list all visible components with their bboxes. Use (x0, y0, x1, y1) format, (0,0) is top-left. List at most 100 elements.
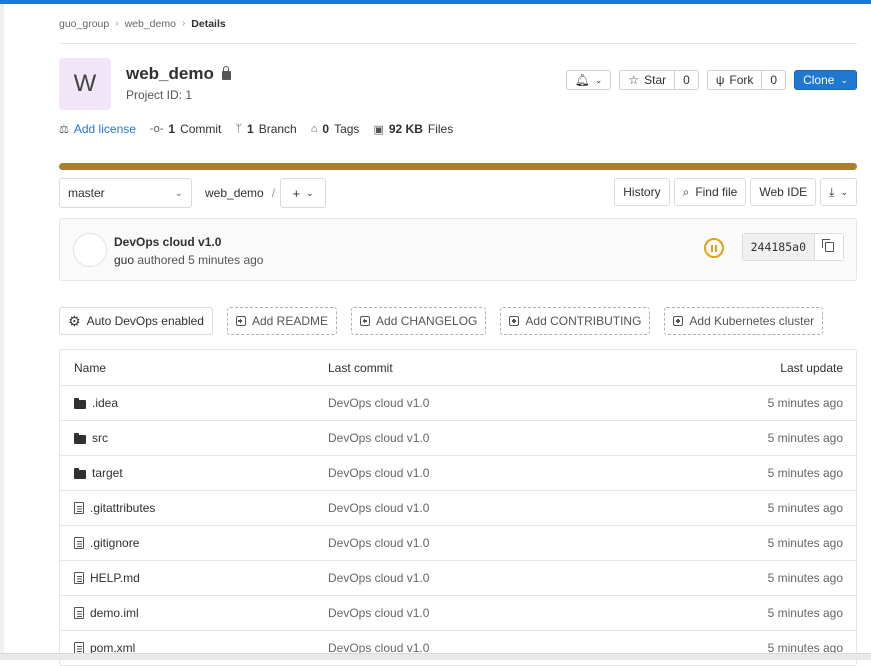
file-name[interactable]: target (92, 466, 123, 480)
file-commit[interactable]: DevOps cloud v1.0 (328, 431, 429, 445)
fork-button[interactable]: ψ Fork 0 (706, 70, 787, 90)
table-header: Name Last commit Last update (60, 350, 856, 386)
file-commit[interactable]: DevOps cloud v1.0 (328, 501, 429, 515)
table-row[interactable]: demo.iml DevOps cloud v1.0 5 minutes ago (60, 596, 856, 631)
history-label: History (623, 185, 661, 199)
tags-link[interactable]: ⌂ 0 Tags (311, 122, 360, 136)
clone-button[interactable]: Clone ⌄ (794, 70, 857, 90)
file-updated: 5 minutes ago (767, 606, 843, 620)
file-name-cell[interactable]: HELP.md (74, 571, 140, 585)
project-header: W web_demo Project ID: 1 🔔︎ ⌄ ☆ Star 0 ψ… (59, 44, 857, 114)
copy-icon (821, 239, 834, 252)
scale-icon: ⚖ (59, 123, 69, 136)
file-name[interactable]: HELP.md (90, 571, 140, 585)
web-ide-button[interactable]: Web IDE (750, 178, 817, 206)
commit-title[interactable]: DevOps cloud v1.0 (114, 235, 221, 249)
table-row[interactable]: pom.xml DevOps cloud v1.0 5 minutes ago (60, 631, 856, 666)
branches-link[interactable]: ᛘ 1 Branch (235, 122, 296, 136)
breadcrumb: guo_group › web_demo › Details (59, 4, 857, 44)
file-name-cell[interactable]: .gitignore (74, 536, 139, 550)
file-commit[interactable]: DevOps cloud v1.0 (328, 606, 429, 620)
file-tree-table: Name Last commit Last update .idea DevOp… (59, 349, 857, 666)
files-label: Files (427, 122, 454, 136)
project-title: web_demo (126, 64, 231, 84)
star-button[interactable]: ☆ Star 0 (619, 70, 699, 90)
file-size-icon: ▣ (373, 123, 384, 136)
horizontal-scrollbar[interactable] (0, 653, 871, 660)
file-name[interactable]: demo.iml (90, 606, 139, 620)
chevron-down-icon: ⌄ (306, 187, 314, 198)
project-avatar[interactable]: W (59, 58, 111, 110)
commit-sha-group: 244185a0 (741, 233, 844, 261)
notification-button[interactable]: 🔔︎ ⌄ (565, 70, 612, 90)
add-readme-button[interactable]: Add README (226, 307, 338, 335)
star-count[interactable]: 0 (674, 71, 698, 89)
history-button[interactable]: History (614, 178, 670, 206)
file-commit[interactable]: DevOps cloud v1.0 (328, 466, 429, 480)
file-name-cell[interactable]: .gitattributes (74, 501, 155, 515)
pipeline-pause-icon[interactable] (704, 238, 724, 258)
commit-author[interactable]: guo (114, 253, 134, 267)
auto-devops-label: Auto DevOps enabled (86, 314, 204, 328)
project-stats: ⚖ Add license -o- 1 Commit ᛘ 1 Branch ⌂ … (59, 117, 857, 141)
file-updated: 5 minutes ago (767, 466, 843, 480)
file-icon (74, 607, 84, 619)
file-name[interactable]: .idea (92, 396, 118, 410)
files-link[interactable]: ▣ 92 KB Files (373, 122, 453, 136)
file-name-cell[interactable]: .idea (74, 396, 118, 410)
file-name[interactable]: .gitignore (90, 536, 139, 550)
download-icon: ⤓ (829, 184, 835, 199)
files-size: 92 KB (388, 122, 423, 136)
plus-square-icon (509, 316, 520, 326)
file-commit[interactable]: DevOps cloud v1.0 (328, 396, 429, 410)
breadcrumb-group-link[interactable]: guo_group (59, 18, 109, 30)
repo-path-root[interactable]: web_demo (205, 186, 264, 200)
find-file-label: Find file (695, 185, 738, 199)
table-row[interactable]: src DevOps cloud v1.0 5 minutes ago (60, 421, 856, 456)
chevron-right-icon: › (181, 18, 186, 29)
chevron-down-icon: ⌄ (174, 187, 183, 199)
file-name-cell[interactable]: demo.iml (74, 606, 139, 620)
path-separator: / (271, 186, 276, 200)
file-name[interactable]: .gitattributes (90, 501, 155, 515)
add-license-link[interactable]: ⚖ Add license (59, 122, 136, 136)
table-row[interactable]: target DevOps cloud v1.0 5 minutes ago (60, 456, 856, 491)
plus-square-icon (673, 316, 684, 326)
branch-selector[interactable]: master ⌄ (59, 178, 192, 208)
commit-author-avatar[interactable] (73, 233, 107, 267)
chevron-down-icon: ⌄ (840, 74, 848, 85)
file-name-cell[interactable]: target (74, 466, 123, 480)
copy-sha-button[interactable] (815, 234, 843, 260)
commits-count: 1 (168, 122, 176, 136)
commit-sha[interactable]: 244185a0 (742, 234, 815, 260)
add-changelog-button[interactable]: Add CHANGELOG (351, 307, 487, 335)
star-label: Star (644, 73, 667, 87)
fork-count[interactable]: 0 (761, 71, 785, 89)
add-readme-label: Add README (251, 314, 329, 328)
file-updated: 5 minutes ago (767, 571, 843, 585)
breadcrumb-current[interactable]: Details (191, 18, 225, 30)
table-row[interactable]: HELP.md DevOps cloud v1.0 5 minutes ago (60, 561, 856, 596)
file-icon (74, 502, 84, 514)
folder-icon (74, 432, 86, 444)
project-actions: 🔔︎ ⌄ ☆ Star 0 ψ Fork 0 Clone ⌄ (565, 70, 857, 90)
table-row[interactable]: .gitattributes DevOps cloud v1.0 5 minut… (60, 491, 856, 526)
add-changelog-label: Add CHANGELOG (376, 314, 478, 328)
find-file-button[interactable]: ⌕ Find file (673, 178, 747, 206)
plus-square-icon (235, 316, 246, 326)
breadcrumb-project-link[interactable]: web_demo (125, 18, 176, 30)
file-commit[interactable]: DevOps cloud v1.0 (328, 571, 429, 585)
add-contributing-button[interactable]: Add CONTRIBUTING (500, 307, 651, 335)
add-license-label: Add license (73, 122, 136, 136)
table-row[interactable]: .idea DevOps cloud v1.0 5 minutes ago (60, 386, 856, 421)
file-name[interactable]: src (92, 431, 108, 445)
commits-link[interactable]: -o- 1 Commit (150, 122, 221, 136)
commit-meta: guo authored 5 minutes ago (114, 253, 263, 267)
file-commit[interactable]: DevOps cloud v1.0 (328, 536, 429, 550)
table-row[interactable]: .gitignore DevOps cloud v1.0 5 minutes a… (60, 526, 856, 561)
auto-devops-button[interactable]: ⚙ Auto DevOps enabled (59, 307, 213, 335)
add-to-tree-dropdown[interactable]: + ⌄ (280, 178, 327, 208)
add-kubernetes-button[interactable]: Add Kubernetes cluster (664, 307, 824, 335)
download-dropdown[interactable]: ⤓ ⌄ (820, 178, 857, 206)
file-name-cell[interactable]: src (74, 431, 108, 445)
